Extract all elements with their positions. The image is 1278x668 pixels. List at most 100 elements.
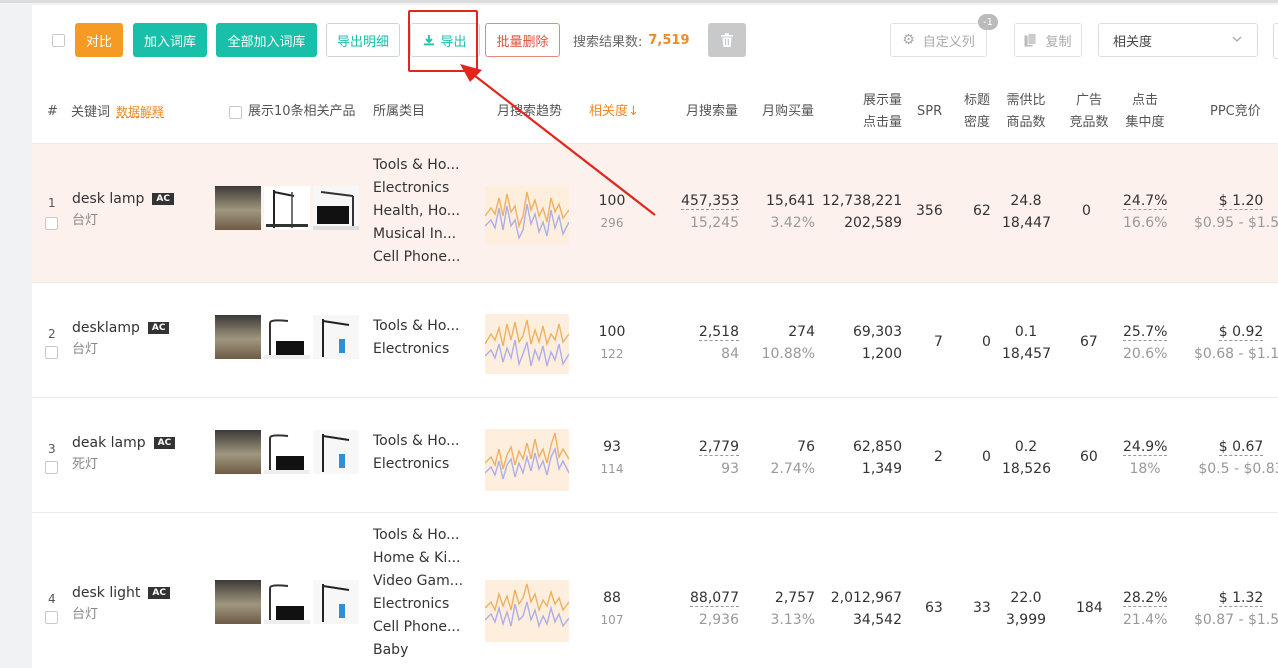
row-checkbox[interactable] (45, 346, 58, 359)
ppc-value[interactable]: $ 1.32 (1218, 590, 1264, 607)
search-volume-value[interactable]: 2,518 (698, 324, 739, 341)
compare-button[interactable]: 对比 (75, 23, 123, 57)
monthly-trend-sparkline[interactable] (485, 314, 569, 374)
purchase-cell: 274 10.88% (745, 321, 815, 365)
keyword-text[interactable]: desk light (72, 585, 140, 601)
search-volume-value[interactable]: 88,077 (690, 590, 739, 607)
keyword-text[interactable]: deak lamp (72, 435, 146, 451)
monthly-trend-sparkline[interactable] (485, 580, 569, 642)
sort-select[interactable]: 相关度 (1098, 23, 1258, 57)
batch-delete-button[interactable]: 批量删除 (485, 23, 560, 57)
row-checkbox[interactable] (45, 461, 58, 474)
row-checkbox[interactable] (45, 217, 58, 230)
header-show-products: 展示10条相关产品 (248, 104, 356, 119)
click-concentration-cell: 28.2% 21.4% (1123, 587, 1168, 631)
product-image[interactable] (264, 315, 310, 359)
table-row[interactable]: 3 deak lamp AC 死灯 Tools & Ho... Electroni… (32, 397, 1278, 512)
product-image[interactable] (313, 315, 359, 359)
table-row[interactable]: 1 desk lamp AC 台灯 Tools & Ho... Electroni… (32, 143, 1278, 282)
toolbar: 对比 加入词库 全部加入词库 导出明细 导出 批量删除 搜索结果数: 7,519 (32, 5, 1278, 85)
header-title-density[interactable]: 标题 密度 (960, 90, 994, 134)
click-concentration-sub: 18% (1129, 461, 1161, 477)
monthly-trend-sparkline[interactable] (485, 429, 569, 491)
keyword-text[interactable]: desk lamp (72, 191, 144, 207)
category-list: Tools & Ho... Electronics Health, Ho... … (373, 154, 460, 269)
product-image[interactable] (313, 580, 359, 624)
add-all-to-library-button[interactable]: 全部加入词库 (216, 23, 317, 57)
spr-value: 63 (925, 600, 943, 616)
header-monthly-purchase[interactable]: 月购买量 (762, 101, 814, 123)
click-concentration-value[interactable]: 28.2% (1123, 590, 1168, 607)
header-category: 所属类目 (373, 104, 426, 119)
relevance-sub: 296 (600, 216, 624, 230)
product-image[interactable] (264, 580, 310, 624)
monthly-trend-sparkline[interactable] (485, 186, 569, 244)
product-image[interactable] (264, 430, 310, 474)
select-all-checkbox[interactable] (52, 34, 65, 47)
ppc-value[interactable]: $ 0.67 (1218, 439, 1264, 456)
ppc-range: $0.5 - $0.83 (1198, 461, 1278, 477)
table-row[interactable]: 4 desk light AC 台灯 Tools & Ho... Home & K… (32, 512, 1278, 668)
custom-columns-button[interactable]: ⚙ 自定义列 (890, 23, 987, 57)
relevance-value: 100 (598, 193, 626, 209)
spr-value: 7 (934, 334, 943, 350)
keyword-cell: desklamp AC 台灯 (72, 320, 170, 357)
keyword-text[interactable]: desklamp (72, 320, 140, 336)
product-image[interactable] (215, 580, 261, 624)
impressions-clicks-cell: 12,738,221 202,589 (822, 190, 902, 234)
ppc-value[interactable]: $ 1.20 (1218, 193, 1264, 210)
click-concentration-value[interactable]: 24.9% (1123, 439, 1168, 456)
row-index: 2 (48, 327, 56, 341)
category-item: Cell Phone... (373, 249, 461, 265)
density-value: 62 (973, 203, 991, 219)
row-index: 3 (48, 442, 56, 456)
table-row[interactable]: 2 desklamp AC 台灯 Tools & Ho... Electronic… (32, 282, 1278, 397)
header-spr[interactable]: SPR (917, 101, 942, 123)
relevance-sub: 122 (600, 347, 624, 361)
click-concentration-cell: 24.9% 18% (1123, 436, 1168, 480)
product-image[interactable] (215, 430, 261, 474)
product-image[interactable] (215, 315, 261, 359)
impressions-clicks-cell: 69,303 1,200 (822, 321, 902, 365)
more-button-edge[interactable] (1273, 23, 1278, 59)
purchase-cell: 2,757 3.13% (745, 587, 815, 631)
density-value: 0 (982, 334, 991, 350)
product-image[interactable] (313, 430, 359, 474)
copy-icon (1024, 33, 1037, 47)
annotation-highlight-box (408, 10, 478, 72)
delete-button[interactable] (708, 23, 746, 57)
product-thumbnails (215, 580, 359, 624)
header-supply-demand[interactable]: 需供比 商品数 (1002, 90, 1050, 134)
header-relevance[interactable]: 相关度↓ (589, 101, 639, 123)
purchase-rate: 3.42% (770, 215, 815, 231)
copy-button[interactable]: 复制 (1014, 23, 1082, 57)
click-concentration-value[interactable]: 24.7% (1123, 193, 1168, 210)
keyword-translation: 台灯 (72, 213, 99, 228)
product-image[interactable] (264, 186, 310, 230)
product-thumbnails (215, 430, 359, 474)
product-count: 3,999 (1005, 612, 1047, 628)
export-detail-button[interactable]: 导出明细 (326, 23, 400, 57)
purchase-value: 76 (797, 439, 815, 455)
impressions-clicks-cell: 2,012,967 34,542 (822, 587, 902, 631)
header-impressions-clicks[interactable]: 展示量 点击量 (852, 90, 902, 134)
category-item: Musical In... (373, 226, 457, 242)
add-to-library-button[interactable]: 加入词库 (133, 23, 207, 57)
row-checkbox[interactable] (45, 611, 58, 624)
header-index: # (47, 104, 58, 119)
product-image[interactable] (215, 186, 261, 230)
show-products-checkbox[interactable] (229, 106, 242, 119)
category-item: Home & Ki... (373, 550, 461, 566)
search-volume-value[interactable]: 2,779 (698, 439, 739, 456)
product-image[interactable] (313, 186, 359, 230)
ppc-value[interactable]: $ 0.92 (1218, 324, 1264, 341)
header-monthly-search[interactable]: 月搜索量 (686, 101, 738, 123)
header-ppc[interactable]: PPC竞价 (1210, 101, 1261, 123)
category-item: Tools & Ho... (373, 433, 460, 449)
data-explain-link[interactable]: 数据解释 (116, 105, 164, 119)
header-click-concentration[interactable]: 点击 集中度 (1121, 90, 1169, 134)
click-concentration-value[interactable]: 25.7% (1123, 324, 1168, 341)
relevance-value: 100 (598, 324, 626, 340)
header-ad-competitors[interactable]: 广告 竞品数 (1065, 90, 1113, 134)
search-volume-value[interactable]: 457,353 (681, 193, 739, 210)
